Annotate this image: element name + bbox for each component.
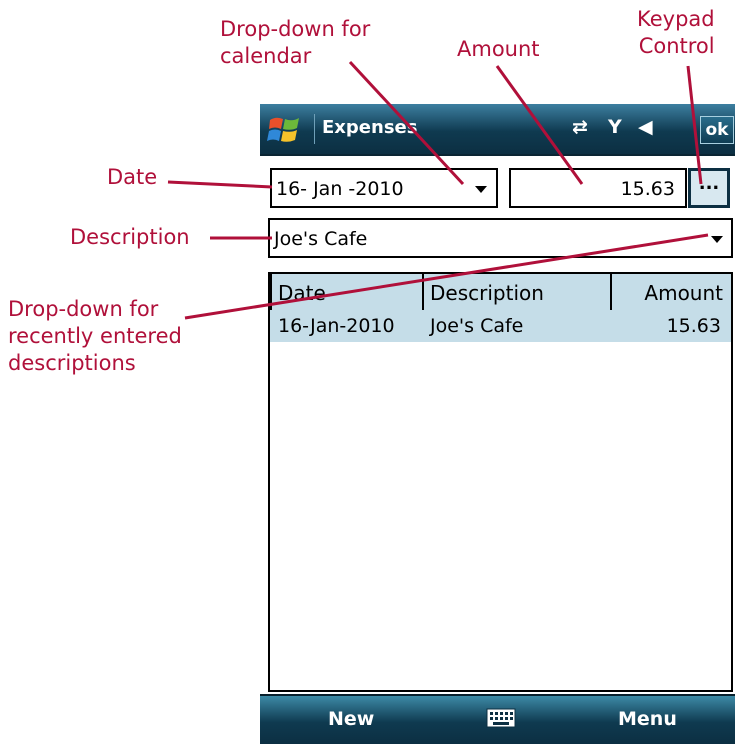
annotation-amount: Amount (457, 37, 540, 61)
column-header-amount[interactable]: Amount (610, 272, 731, 310)
device-screen: Expenses ⇄ Y ◀ ok 16- Jan -2010 15.63 ..… (260, 104, 735, 744)
column-header-date[interactable]: Date (270, 272, 422, 310)
keypad-button[interactable]: ... (688, 168, 730, 208)
table-row[interactable]: 16-Jan-2010 Joe's Cafe 15.63 (270, 310, 731, 342)
volume-icon[interactable]: ◀ (638, 116, 653, 138)
chevron-down-icon[interactable] (711, 236, 723, 243)
annotation-description: Description (70, 225, 190, 249)
title-separator (314, 114, 315, 144)
description-value: Joe's Cafe (274, 228, 368, 250)
signal-off-icon[interactable]: Y (608, 116, 622, 138)
grid-header: Date Description Amount (270, 272, 731, 311)
amount-value: 15.63 (620, 178, 675, 200)
annotation-calendar-dropdown: Drop-down for calendar (220, 17, 371, 68)
date-picker[interactable]: 16- Jan -2010 (270, 168, 498, 208)
expense-grid: Date Description Amount 16-Jan-2010 Joe'… (268, 272, 733, 692)
annotation-date: Date (107, 165, 158, 189)
cell-description: Joe's Cafe (430, 315, 524, 337)
cell-amount: 15.63 (666, 315, 721, 337)
cell-date: 16-Jan-2010 (278, 315, 395, 337)
annotation-recent-dropdown: Drop-down for recently entered descripti… (8, 297, 182, 375)
menu-softkey[interactable]: Menu (618, 708, 677, 730)
title-bar: Expenses ⇄ Y ◀ ok (260, 104, 735, 156)
annotation-keypad: Keypad Control (637, 7, 715, 58)
ok-button[interactable]: ok (700, 116, 734, 144)
window-title: Expenses (322, 117, 418, 138)
chevron-down-icon[interactable] (475, 186, 487, 193)
menu-bar: New Menu (260, 694, 735, 744)
date-value: 16- Jan -2010 (276, 178, 404, 200)
sync-disconnected-icon[interactable]: ⇄ (572, 116, 588, 138)
amount-field[interactable]: 15.63 (509, 168, 687, 208)
grid-empty-area (270, 342, 731, 690)
description-combobox[interactable]: Joe's Cafe (268, 218, 733, 258)
callout-date (167, 180, 273, 189)
new-softkey[interactable]: New (328, 708, 374, 730)
column-header-description[interactable]: Description (422, 272, 610, 310)
windows-flag-icon[interactable] (266, 110, 304, 148)
keyboard-icon[interactable] (486, 708, 516, 728)
